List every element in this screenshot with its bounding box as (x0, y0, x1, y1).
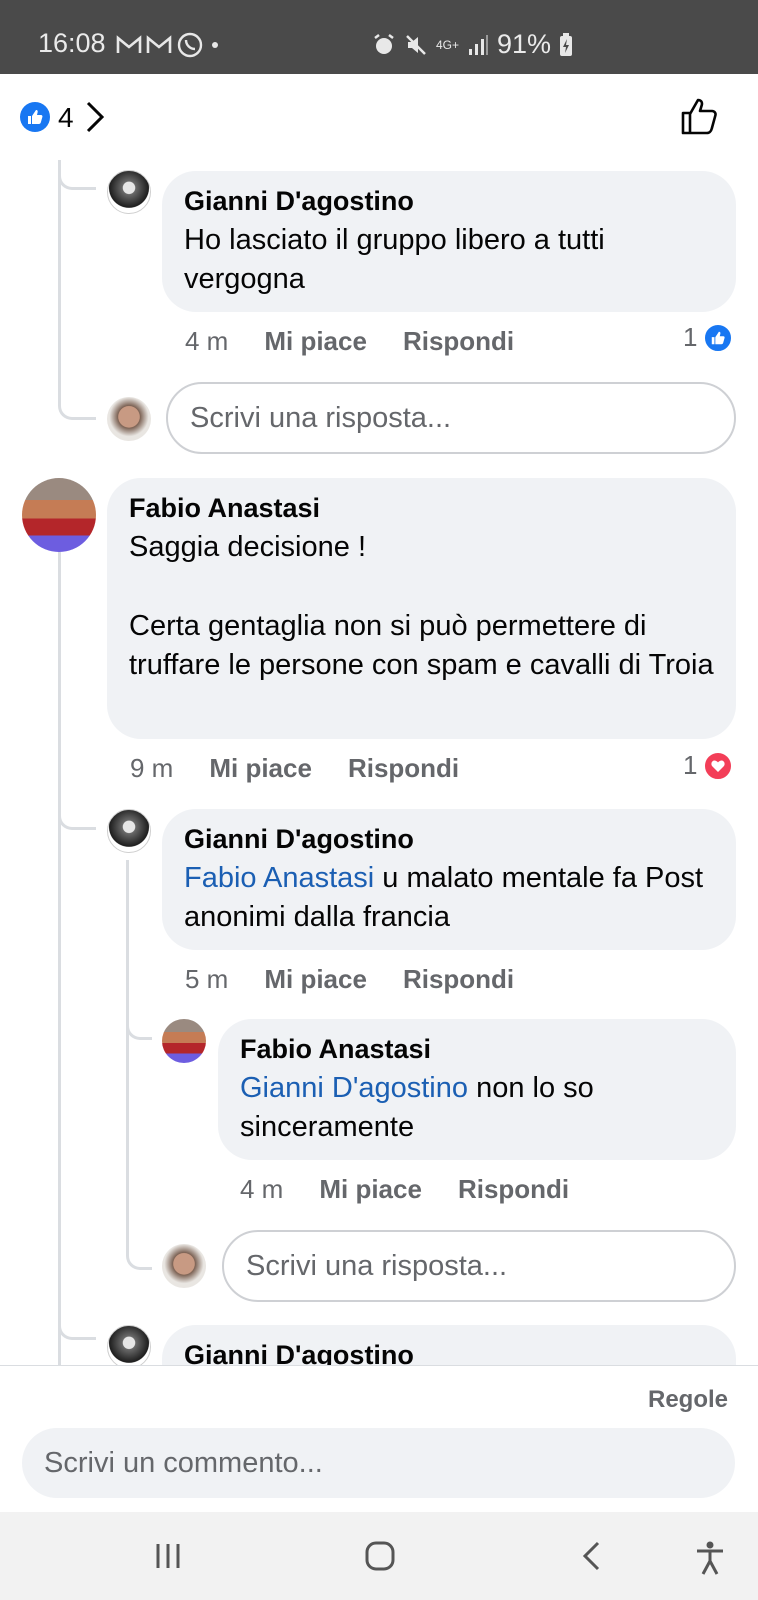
thread-connector (126, 1000, 152, 1270)
rules-link[interactable]: Regole (648, 1386, 728, 1414)
reply-button[interactable]: Rispondi (403, 964, 514, 995)
mention-link[interactable]: Fabio Anastasi (184, 862, 374, 894)
comment-actions: 4 m Mi piace Rispondi (185, 326, 514, 357)
reaction-count: 1 (683, 322, 698, 352)
reaction-count[interactable]: 4 (58, 102, 74, 134)
comment-bubble: Gianni D'agostino Ho lasciato il gruppo … (162, 171, 736, 312)
gmail-icon (146, 35, 172, 53)
comment-author[interactable]: Gianni D'agostino (184, 185, 714, 217)
thread-connector (58, 1290, 96, 1340)
reply-button[interactable]: Rispondi (458, 1174, 569, 1205)
comment-text: Fabio Anastasi u malato mentale fa Post … (184, 859, 714, 937)
comment-time[interactable]: 4 m (185, 326, 228, 357)
reply-button[interactable]: Rispondi (403, 326, 514, 357)
system-icons: 4G+ 91% (372, 29, 573, 60)
recent-apps-icon[interactable] (152, 1540, 184, 1572)
notification-icons (116, 31, 222, 59)
comment-time[interactable]: 5 m (185, 964, 228, 995)
gmail-icon (116, 35, 142, 53)
love-reaction-icon (703, 750, 734, 781)
battery-level: 91% (497, 29, 552, 59)
comment-actions: 9 m Mi piace Rispondi (130, 753, 459, 784)
mention-link[interactable]: Gianni D'agostino (240, 1072, 468, 1104)
like-button[interactable]: Mi piace (319, 1174, 422, 1205)
like-reaction-icon (703, 322, 734, 353)
alarm-icon (374, 33, 394, 54)
avatar[interactable] (107, 170, 151, 214)
thread-connector (58, 160, 96, 420)
comment-reactions[interactable]: 1 (683, 750, 734, 781)
comment-bubble: Fabio Anastasi Saggia decisione ! Certa … (107, 478, 736, 739)
avatar[interactable] (107, 809, 151, 853)
comment-input[interactable]: Scrivi un commento... (22, 1428, 735, 1498)
reaction-count: 1 (683, 750, 698, 780)
comment-text-line1: Saggia decisione ! (129, 531, 366, 563)
comment-time[interactable]: 9 m (130, 753, 173, 784)
comment-composer: Regole Scrivi un commento... (0, 1365, 758, 1512)
avatar (107, 397, 151, 441)
comment-actions: 5 m Mi piace Rispondi (185, 964, 514, 995)
avatar[interactable] (107, 1325, 151, 1369)
thread-connector (58, 780, 96, 830)
comment-reactions[interactable]: 1 (683, 322, 734, 353)
comment-text-line2: Certa gentaglia non si può permettere di… (129, 610, 714, 681)
comment-bubble: Gianni D'agostino Fabio Anastasi u malat… (162, 809, 736, 950)
reply-input[interactable]: Scrivi una risposta... (222, 1230, 736, 1302)
dot-icon (212, 42, 218, 48)
avatar[interactable] (22, 478, 96, 552)
status-time: 16:08 (38, 28, 106, 58)
comment-text: Ho lasciato il gruppo libero a tutti ver… (184, 224, 605, 295)
like-badge-icon (20, 102, 50, 132)
comment-actions: 4 m Mi piace Rispondi (240, 1174, 569, 1205)
avatar[interactable] (162, 1019, 206, 1063)
chevron-right-icon[interactable] (84, 100, 106, 134)
accessibility-icon[interactable] (694, 1540, 726, 1576)
reactions-header: 4 (0, 74, 758, 160)
mute-icon (406, 34, 426, 55)
back-icon[interactable] (580, 1540, 604, 1572)
avatar (162, 1244, 206, 1288)
reply-button[interactable]: Rispondi (348, 753, 459, 784)
thumbs-up-outline-icon[interactable] (680, 96, 720, 136)
like-button[interactable]: Mi piace (264, 326, 367, 357)
network-type: 4G+ (436, 37, 460, 52)
battery-charging-icon (560, 32, 573, 56)
comment-author[interactable]: Gianni D'agostino (184, 823, 714, 855)
comment-bubble: Fabio Anastasi Gianni D'agostino non lo … (218, 1019, 736, 1160)
like-button[interactable]: Mi piace (264, 964, 367, 995)
thread-line (58, 552, 61, 1365)
comment-time[interactable]: 4 m (240, 1174, 283, 1205)
whatsapp-icon (177, 32, 203, 58)
status-bar: 16:08 4G+ 91% (0, 0, 758, 74)
like-button[interactable]: Mi piace (209, 753, 312, 784)
comment-text: Gianni D'agostino non lo so sinceramente (240, 1069, 714, 1147)
comment-author[interactable]: Fabio Anastasi (240, 1033, 714, 1065)
navigation-bar (0, 1512, 758, 1600)
screen: { "status_bar": { "time": "16:08", "netw… (0, 0, 758, 1600)
signal-icon (469, 34, 489, 55)
home-icon[interactable] (364, 1540, 396, 1572)
reply-input[interactable]: Scrivi una risposta... (166, 382, 736, 454)
comment-author[interactable]: Fabio Anastasi (129, 492, 714, 524)
